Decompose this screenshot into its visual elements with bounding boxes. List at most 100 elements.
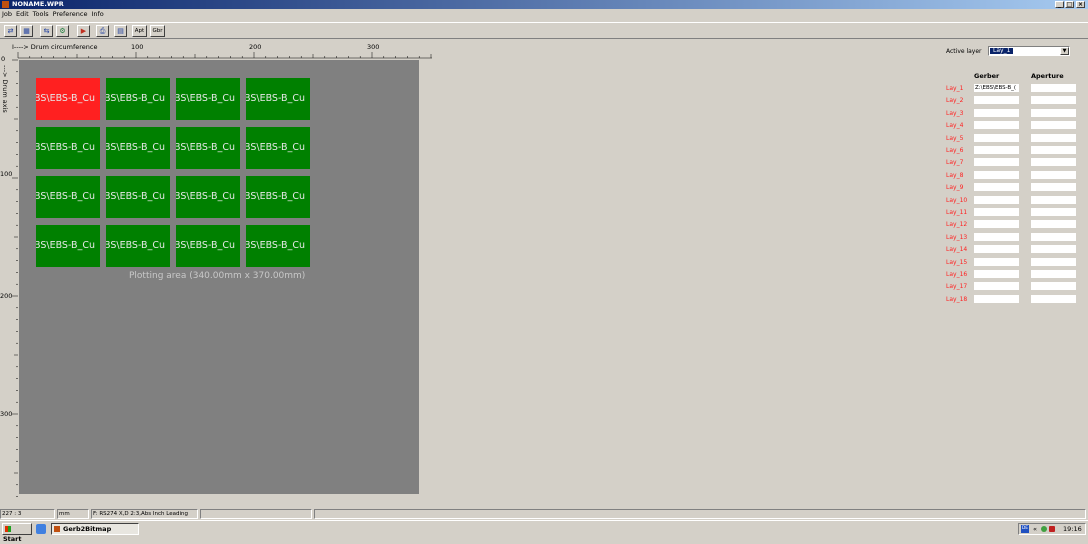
taskbar: Start Gerb2Bitmap DE « 19:16 — [0, 520, 1088, 543]
chevron-down-icon[interactable]: ▼ — [1060, 47, 1069, 55]
title-bar: NONAME.WPR _ □ × — [0, 0, 1088, 9]
network-icon[interactable] — [1041, 526, 1047, 532]
gerber-file-field[interactable] — [974, 96, 1019, 105]
gerber-file-field[interactable] — [974, 108, 1019, 117]
task-gerb2bitmap[interactable]: Gerb2Bitmap — [51, 523, 139, 535]
tray-expand-icon[interactable]: « — [1033, 524, 1037, 534]
status-format: F: RS274 X,D 2:3,Abs Inch Leading — [91, 509, 198, 519]
maximize-button[interactable]: □ — [1065, 1, 1074, 8]
aperture-file-field[interactable] — [1031, 245, 1076, 254]
gerber-tile[interactable]: BS\EBS-B_Cu — [36, 78, 100, 120]
aperture-file-field[interactable] — [1031, 133, 1076, 142]
calendar-icon[interactable]: ▤ — [114, 25, 127, 37]
window-title: NONAME.WPR — [12, 0, 64, 8]
windows-logo-icon — [5, 526, 11, 532]
gerber-tile[interactable]: BS\EBS-B_Cu — [176, 78, 240, 120]
layer-label: Lay_11 — [946, 209, 968, 216]
aperture-file-field[interactable] — [1031, 294, 1076, 303]
gerber-tile[interactable]: BS\EBS-B_Cu — [176, 176, 240, 218]
aperture-file-field[interactable] — [1031, 232, 1076, 241]
aperture-file-field[interactable] — [1031, 282, 1076, 291]
tile-label: BS\EBS-B_Cu — [106, 240, 165, 251]
gerber-tile[interactable]: BS\EBS-B_Cu — [36, 176, 100, 218]
gerber-file-field[interactable] — [974, 282, 1019, 291]
aperture-file-field[interactable] — [1031, 220, 1076, 229]
gerber-file-field[interactable]: Z:\EBS\EBS-B_( — [974, 84, 1019, 92]
aperture-header: Aperture — [1031, 72, 1064, 80]
gerber-file-field[interactable] — [974, 146, 1019, 154]
aperture-file-field[interactable] — [1031, 270, 1076, 278]
aperture-file-field[interactable] — [1031, 108, 1076, 117]
gerber-file-field[interactable] — [974, 183, 1019, 192]
aperture-file-field[interactable] — [1031, 96, 1076, 105]
app-icon[interactable] — [2, 1, 9, 8]
minimize-button[interactable]: _ — [1055, 1, 1064, 8]
export-icon[interactable]: ▶ — [77, 25, 90, 37]
gerber-file-field[interactable] — [974, 294, 1019, 303]
shield-icon[interactable] — [1049, 526, 1055, 532]
plot-canvas[interactable]: BS\EBS-B_Cu BS\EBS-B_Cu BS\EBS-B_Cu BS\EBS-… — [19, 60, 419, 494]
status-bar: 227 : 3 mm F: RS274 X,D 2:3,Abs Inch Lea… — [0, 509, 1088, 519]
toolbar: ⇄ ▦ ⇆ ⚙ ▶ ⎙ ▤ Apt Gbr — [0, 22, 1088, 39]
gerber-file-field[interactable] — [974, 220, 1019, 229]
system-tray: DE « 19:16 — [1018, 523, 1086, 535]
gerber-tile[interactable]: BS\EBS-B_Cu — [106, 225, 170, 267]
tile-label: BS\EBS-B_Cu — [176, 93, 235, 104]
apt-button[interactable]: Apt — [132, 25, 147, 37]
ruler-left: ---> Drum axis 100 200 300 — [0, 59, 18, 509]
tile-label: BS\EBS-B_Cu — [36, 93, 95, 104]
gerber-tile[interactable]: BS\EBS-B_Cu — [36, 225, 100, 267]
gerber-tile[interactable]: BS\EBS-B_Cu — [106, 176, 170, 218]
gerber-file-field[interactable] — [974, 170, 1019, 179]
settings-icon[interactable]: ⚙ — [56, 25, 69, 37]
gerber-tile[interactable]: BS\EBS-B_Cu — [246, 176, 310, 218]
gerber-file-field[interactable] — [974, 270, 1019, 278]
start-button[interactable]: Start — [2, 523, 32, 543]
aperture-file-field[interactable] — [1031, 121, 1076, 130]
gerber-file-field[interactable] — [974, 208, 1019, 216]
quick-launch-icon[interactable] — [36, 524, 46, 534]
layer-label: Lay_5 — [946, 134, 964, 142]
gerber-tile[interactable]: BS\EBS-B_Cu — [176, 225, 240, 267]
add-layer-icon[interactable]: ⇄ — [4, 25, 17, 37]
gerber-file-field[interactable] — [974, 133, 1019, 142]
print-icon[interactable]: ⎙ — [96, 25, 109, 37]
gerber-file-field[interactable] — [974, 121, 1019, 130]
gerber-tile[interactable]: BS\EBS-B_Cu — [106, 127, 170, 169]
aperture-file-field[interactable] — [1031, 146, 1076, 154]
gerber-tile[interactable]: BS\EBS-B_Cu — [176, 127, 240, 169]
gerber-tile[interactable]: BS\EBS-B_Cu — [106, 78, 170, 120]
gerber-file-field[interactable] — [974, 232, 1019, 241]
layer-label: Lay_8 — [946, 171, 964, 179]
menu-preference[interactable]: Preference — [51, 9, 90, 20]
gerber-tile[interactable]: BS\EBS-B_Cu — [246, 225, 310, 267]
gerber-file-field[interactable] — [974, 158, 1019, 167]
menu-tools[interactable]: Tools — [31, 9, 51, 20]
gerber-tile[interactable]: BS\EBS-B_Cu — [246, 127, 310, 169]
language-indicator[interactable]: DE — [1021, 525, 1029, 533]
menu-job[interactable]: Job — [0, 9, 14, 20]
gerber-file-field[interactable] — [974, 257, 1019, 266]
active-layer-select[interactable]: Lay_1 ▼ — [988, 46, 1070, 56]
aperture-file-field[interactable] — [1031, 183, 1076, 192]
close-button[interactable]: × — [1076, 1, 1085, 8]
gerber-tile[interactable]: BS\EBS-B_Cu — [246, 78, 310, 120]
aperture-file-field[interactable] — [1031, 257, 1076, 266]
gerber-tile[interactable]: BS\EBS-B_Cu — [36, 127, 100, 169]
menu-edit[interactable]: Edit — [14, 9, 31, 20]
layer-label: Lay_3 — [946, 109, 964, 117]
gerber-file-field[interactable] — [974, 195, 1019, 204]
grid-view-icon[interactable]: ▦ — [20, 25, 33, 37]
swap-icon[interactable]: ⇆ — [40, 25, 53, 37]
clock: 19:16 — [1063, 525, 1082, 533]
aperture-file-field[interactable] — [1031, 158, 1076, 167]
gbr-button[interactable]: Gbr — [150, 25, 165, 37]
aperture-file-field[interactable] — [1031, 208, 1076, 216]
layer-label: Lay_14 — [946, 246, 968, 254]
gerber-file-field[interactable] — [974, 245, 1019, 254]
aperture-file-field[interactable] — [1031, 170, 1076, 179]
menu-info[interactable]: Info — [89, 9, 105, 20]
layer-label: Lay_7 — [946, 159, 964, 167]
aperture-file-field[interactable] — [1031, 84, 1076, 92]
aperture-file-field[interactable] — [1031, 195, 1076, 204]
